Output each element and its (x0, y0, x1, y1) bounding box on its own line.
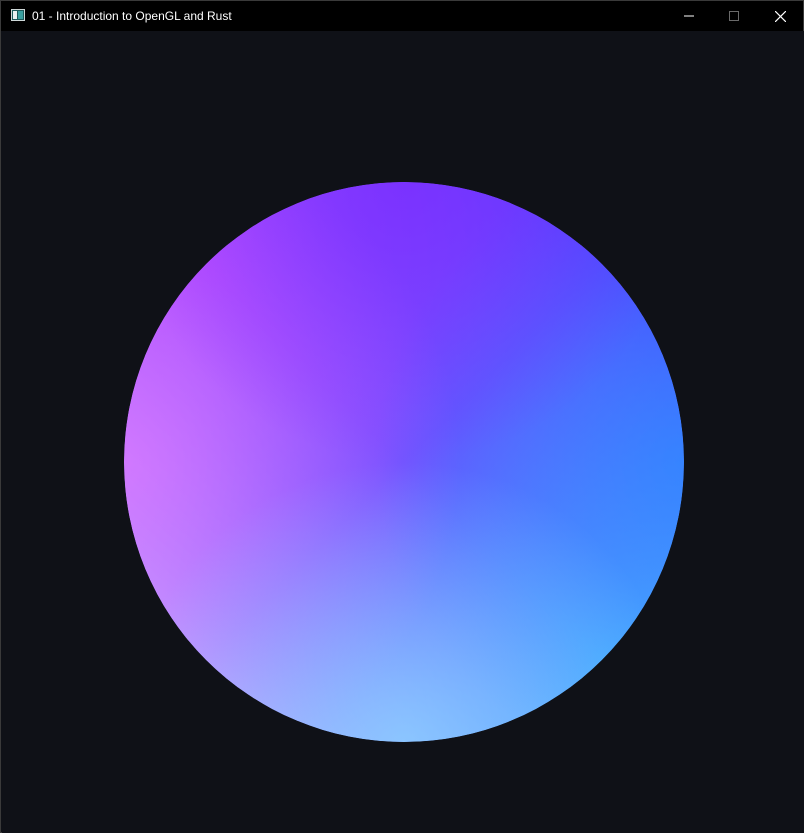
minimize-button[interactable] (666, 1, 712, 31)
close-icon (774, 10, 786, 22)
opengl-render-canvas[interactable] (2, 31, 804, 833)
app-window: 01 - Introduction to OpenGL and Rust (0, 0, 804, 833)
maximize-icon (729, 11, 739, 21)
title-bar[interactable]: 01 - Introduction to OpenGL and Rust (1, 1, 803, 31)
minimize-icon (684, 15, 694, 17)
app-window-icon (11, 9, 25, 21)
maximize-button[interactable] (711, 1, 757, 31)
window-title: 01 - Introduction to OpenGL and Rust (32, 9, 232, 23)
gradient-sphere (124, 182, 684, 742)
close-button[interactable] (757, 1, 803, 31)
